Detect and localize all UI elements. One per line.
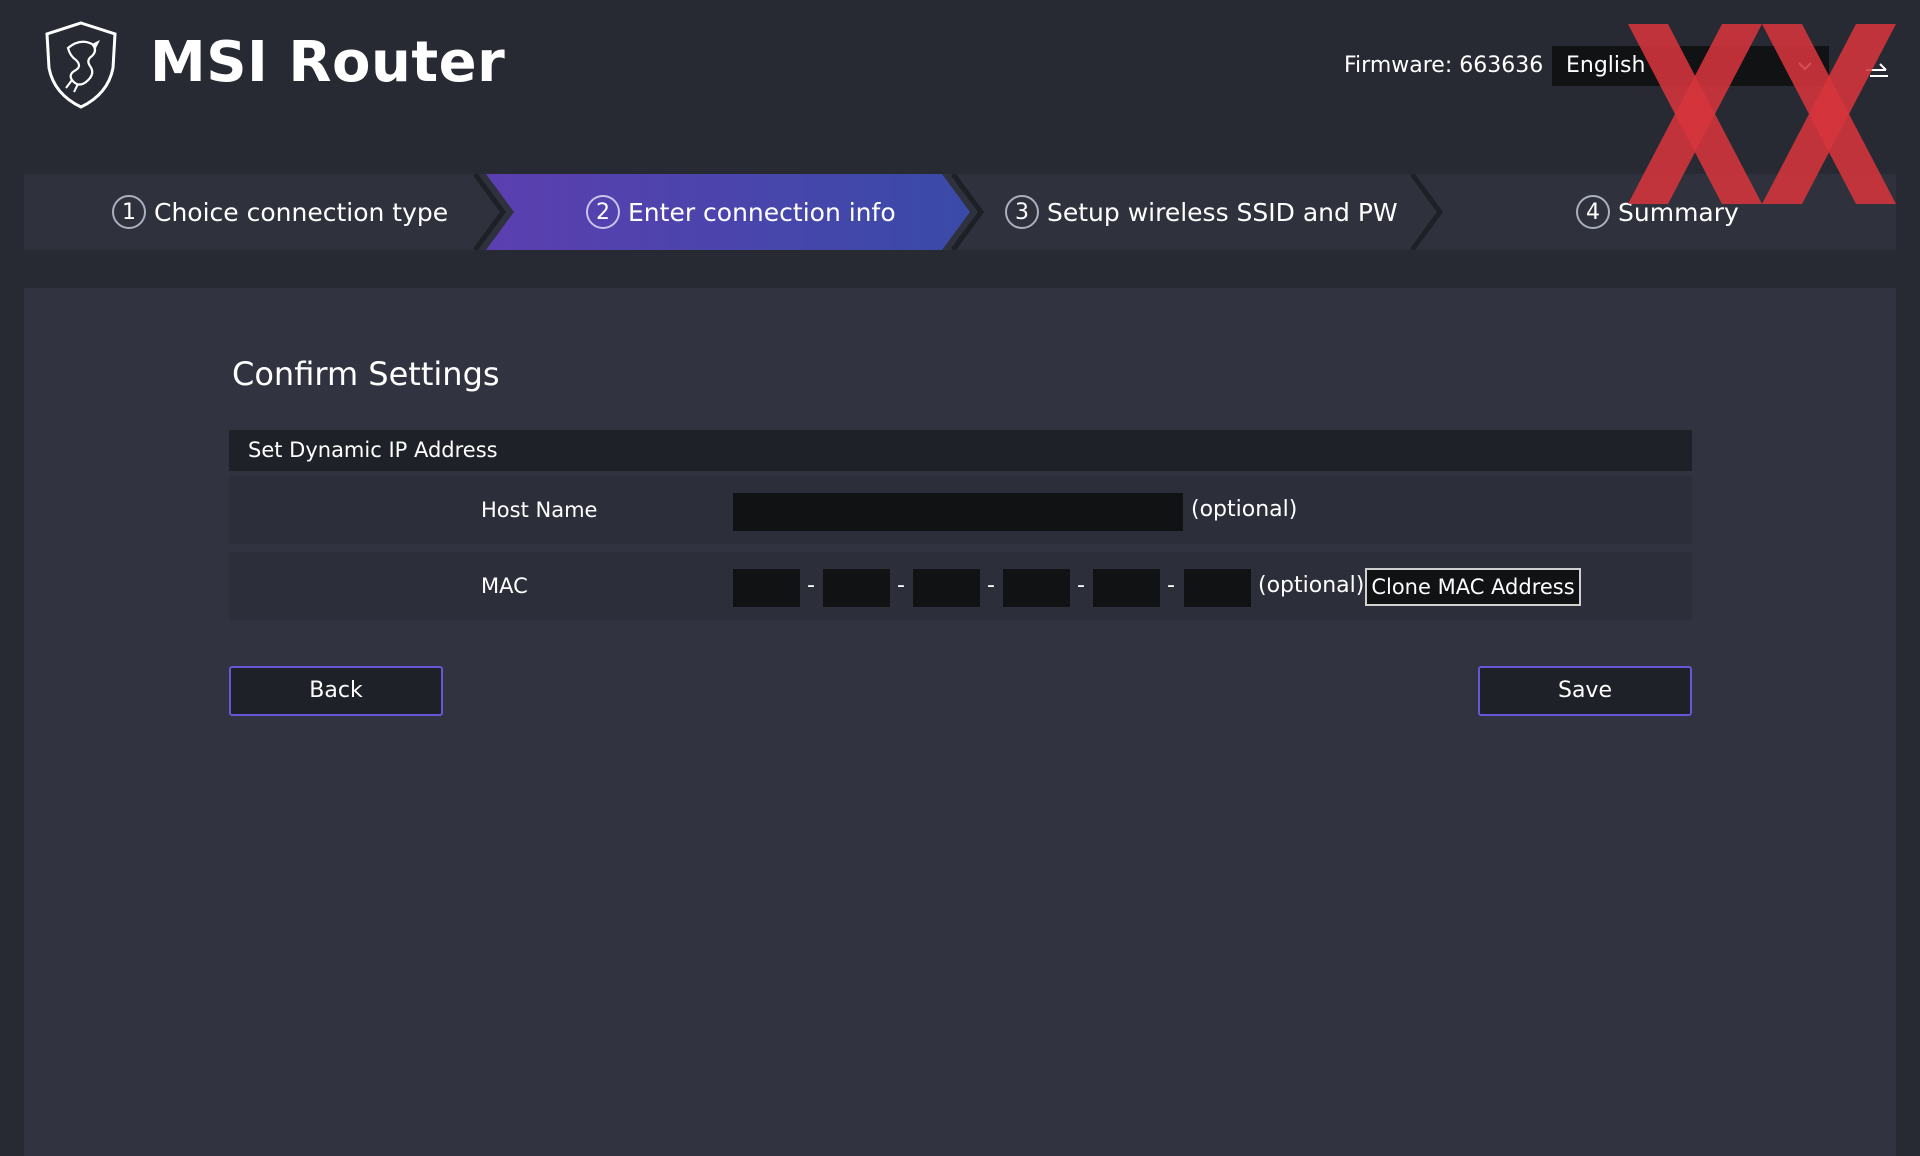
step-label: Choice connection type [154, 197, 449, 227]
step-enter-connection-info[interactable]: 2 Enter connection info [586, 174, 896, 250]
clone-mac-address-button[interactable]: Clone MAC Address [1365, 568, 1581, 606]
header: MSI Router Firmware: 663636 English [0, 0, 1920, 174]
step-number: 3 [1005, 195, 1039, 229]
step-label: Setup wireless SSID and PW [1047, 197, 1398, 227]
step-choice-connection-type[interactable]: 1 Choice connection type [112, 174, 448, 250]
chevron-down-icon [1798, 62, 1812, 71]
mac-separator: - [987, 573, 995, 598]
host-name-label: Host Name [481, 498, 598, 522]
mac-octet-6-input[interactable] [1184, 569, 1251, 607]
step-label: Enter connection info [628, 197, 896, 227]
back-button[interactable]: Back [229, 666, 443, 716]
logout-arrow-icon[interactable] [1862, 52, 1892, 82]
mac-octet-2-input[interactable] [823, 569, 890, 607]
mac-separator: - [1077, 573, 1085, 598]
step-number: 4 [1576, 195, 1610, 229]
mac-octet-3-input[interactable] [913, 569, 980, 607]
firmware-version: Firmware: 663636 [1344, 53, 1544, 78]
step-number: 1 [112, 195, 146, 229]
mac-separator: - [897, 573, 905, 598]
mac-label: MAC [481, 574, 528, 598]
app-title: MSI Router [150, 30, 506, 95]
msi-dragon-shield-icon[interactable] [42, 20, 120, 110]
mac-octet-4-input[interactable] [1003, 569, 1070, 607]
save-button[interactable]: Save [1478, 666, 1692, 716]
step-number: 2 [586, 195, 620, 229]
main-panel [24, 288, 1896, 1156]
host-name-optional-hint: (optional) [1191, 497, 1298, 522]
wizard-steps: 1 Choice connection type 2 Enter connect… [24, 174, 1896, 250]
page-title: Confirm Settings [232, 355, 500, 393]
step-summary[interactable]: 4 Summary [1576, 174, 1739, 250]
language-value: English [1566, 53, 1646, 78]
step-setup-wireless[interactable]: 3 Setup wireless SSID and PW [1005, 174, 1398, 250]
mac-optional-hint: (optional) [1258, 573, 1365, 598]
mac-octet-1-input[interactable] [733, 569, 800, 607]
host-name-input[interactable] [733, 493, 1183, 531]
mac-octet-5-input[interactable] [1093, 569, 1160, 607]
step-label: Summary [1618, 197, 1739, 227]
mac-separator: - [807, 573, 815, 598]
mac-separator: - [1167, 573, 1175, 598]
section-header: Set Dynamic IP Address [229, 430, 1692, 471]
language-select[interactable]: English [1552, 46, 1829, 86]
